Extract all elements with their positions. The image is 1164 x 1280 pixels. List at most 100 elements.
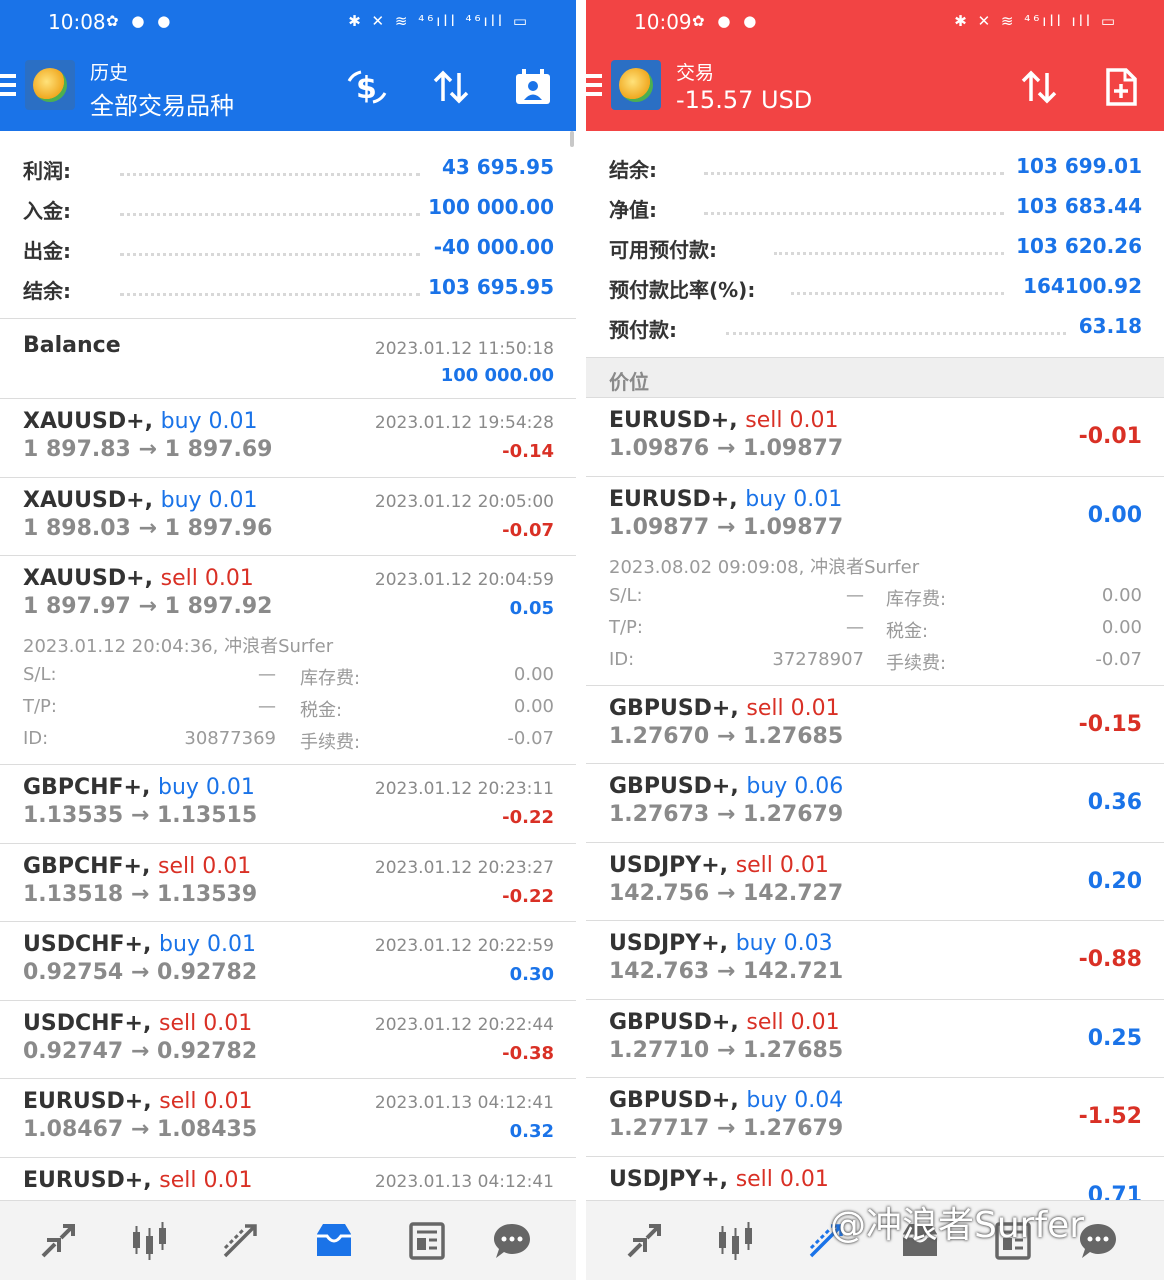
tp-label: T/P: [23, 696, 57, 717]
deal-profit: -0.22 [502, 807, 554, 828]
nav-news-icon[interactable] [404, 1219, 448, 1263]
deal-symbol: USDCHF+, sell 0.01 [23, 1011, 252, 1036]
deal-time: 2023.01.12 20:22:59 [374, 936, 554, 956]
dollar-exchange-icon[interactable]: $ [344, 64, 390, 110]
position-prices: 1.27710 → 1.27685 [609, 1038, 844, 1063]
nav-trade-icon[interactable] [220, 1219, 264, 1263]
bottom-navigation [0, 1200, 576, 1280]
sort-icon[interactable] [1016, 64, 1062, 110]
tax-label: 税金: [300, 700, 343, 721]
metatrader-logo-icon[interactable] [611, 60, 661, 110]
position-row[interactable]: GBPUSD+, sell 0.01 1.27670 → 1.27685 -0.… [586, 685, 1164, 763]
deal-row[interactable]: XAUUSD+, buy 0.01 1 898.03 → 1 897.96 20… [0, 477, 576, 555]
nav-history-icon[interactable] [312, 1219, 356, 1263]
deal-row-expanded[interactable]: XAUUSD+, sell 0.01 1 897.97 → 1 897.92 2… [0, 555, 576, 764]
new-order-icon[interactable] [1098, 64, 1144, 110]
position-profit: 0.00 [1087, 503, 1142, 528]
sort-icon[interactable] [428, 64, 474, 110]
position-profit: -1.52 [1078, 1104, 1142, 1129]
position-symbol: GBPUSD+, buy 0.06 [609, 774, 843, 799]
deal-profit: 0.30 [509, 964, 554, 985]
nav-chat-icon[interactable] [490, 1219, 534, 1263]
nav-chart-icon[interactable] [714, 1219, 758, 1263]
deal-profit: 0.05 [509, 598, 554, 619]
positions-list: 价位 EURUSD+, sell 0.01 1.09876 → 1.09877 … [586, 357, 1164, 1236]
deal-row[interactable]: USDCHF+, sell 0.01 0.92747 → 0.92782 202… [0, 1000, 576, 1078]
deals-list: Balance 2023.01.12 11:50:18 100 000.00 X… [0, 318, 576, 1237]
position-row[interactable]: USDJPY+, sell 0.01 142.756 → 142.727 0.2… [586, 842, 1164, 920]
position-side: sell 0.01 [746, 1010, 840, 1035]
menu-icon[interactable] [586, 74, 602, 98]
symbol-name: XAUUSD+, [23, 409, 153, 434]
position-side: buy 0.04 [746, 1088, 844, 1113]
deal-row[interactable]: GBPCHF+, buy 0.01 1.13535 → 1.13515 2023… [0, 764, 576, 843]
position-open-info: 2023.08.02 09:09:08, 冲浪者Surfer [609, 557, 920, 578]
position-symbol: EURUSD+, sell 0.01 [609, 408, 838, 433]
watermark: @冲浪者Surfer [830, 1205, 1085, 1246]
deal-time: 2023.01.12 20:23:11 [374, 779, 554, 799]
position-profit: -0.01 [1078, 424, 1142, 449]
deal-symbol: GBPCHF+, buy 0.01 [23, 775, 255, 800]
position-row[interactable]: EURUSD+, sell 0.01 1.09876 → 1.09877 -0.… [586, 397, 1164, 476]
symbol-name: USDJPY+, [609, 931, 729, 956]
position-symbol: GBPUSD+, sell 0.01 [609, 696, 840, 721]
tp-value: — [258, 696, 276, 717]
position-prices: 142.763 → 142.721 [609, 959, 844, 984]
deal-symbol: XAUUSD+, buy 0.01 [23, 488, 258, 513]
symbol-name: USDJPY+, [609, 853, 729, 878]
swap-label: 库存费: [886, 589, 947, 610]
deal-time: 2023.01.12 19:54:28 [374, 413, 554, 433]
position-symbol: EURUSD+, buy 0.01 [609, 487, 842, 512]
nav-quotes-icon[interactable] [622, 1219, 666, 1263]
position-symbol: GBPUSD+, sell 0.01 [609, 1010, 840, 1035]
balance-type: Balance [23, 333, 121, 358]
position-row[interactable]: GBPUSD+, sell 0.01 1.27710 → 1.27685 0.2… [586, 999, 1164, 1077]
profit-label: 利润: [23, 159, 71, 183]
summary-row: 预付款比率(%): 164100.92 [586, 264, 1164, 304]
id-label: ID: [609, 649, 635, 670]
deal-profit: 0.32 [509, 1121, 554, 1142]
withdrawal-label: 出金: [23, 239, 71, 263]
floating-profit: -15.57 USD [676, 86, 813, 114]
balance-row[interactable]: Balance 2023.01.12 11:50:18 100 000.00 [0, 318, 576, 398]
metatrader-logo-icon[interactable] [25, 60, 75, 110]
position-row[interactable]: GBPUSD+, buy 0.04 1.27717 → 1.27679 -1.5… [586, 1077, 1164, 1156]
deal-row[interactable]: USDCHF+, buy 0.01 0.92754 → 0.92782 2023… [0, 921, 576, 1000]
calendar-period-icon[interactable] [510, 64, 556, 110]
position-row[interactable]: USDJPY+, buy 0.03 142.763 → 142.721 -0.8… [586, 920, 1164, 999]
profit-value: 43 695.95 [442, 155, 554, 179]
deal-side: buy 0.01 [160, 488, 258, 513]
deal-row[interactable]: EURUSD+, sell 0.01 1.08467 → 1.08435 202… [0, 1078, 576, 1157]
tax-value: 0.00 [1101, 617, 1142, 638]
deal-row[interactable]: GBPCHF+, sell 0.01 1.13518 → 1.13539 202… [0, 843, 576, 921]
deal-time: 2023.01.13 04:12:41 [374, 1093, 554, 1113]
trade-header: 10:09 ✿ ● ● ✱ ✕ ≋ ⁴⁶ıll ıll ▭ 交易 -15.57 … [586, 0, 1164, 131]
deal-side: sell 0.01 [158, 854, 252, 879]
symbol-name: XAUUSD+, [23, 566, 153, 591]
position-row-expanded[interactable]: EURUSD+, buy 0.01 1.09877 → 1.09877 0.00… [586, 476, 1164, 685]
deal-prices: 1.13535 → 1.13515 [23, 803, 258, 828]
deal-open-info: 2023.01.12 20:04:36, 冲浪者Surfer [23, 636, 334, 657]
section-header-label: 价位 [609, 370, 649, 394]
menu-icon[interactable] [0, 74, 16, 98]
withdrawal-value: -40 000.00 [433, 235, 554, 259]
nav-quotes-icon[interactable] [36, 1219, 80, 1263]
status-time: 10:08 [48, 10, 106, 34]
deal-prices: 0.92754 → 0.92782 [23, 960, 258, 985]
deposit-label: 入金: [23, 199, 71, 223]
position-symbol: USDJPY+, sell 0.01 [609, 1167, 829, 1192]
position-row[interactable]: GBPUSD+, buy 0.06 1.27673 → 1.27679 0.36 [586, 763, 1164, 842]
deal-side: buy 0.01 [160, 409, 258, 434]
tp-value: — [846, 617, 864, 638]
symbol-name: GBPUSD+, [609, 696, 739, 721]
symbol-name: USDJPY+, [609, 1167, 729, 1192]
balance-label: 结余: [23, 279, 71, 303]
symbol-name: GBPUSD+, [609, 1088, 739, 1113]
balance-value: 103 695.95 [428, 275, 554, 299]
position-prices: 1.09877 → 1.09877 [609, 515, 844, 540]
deal-row[interactable]: XAUUSD+, buy 0.01 1 897.83 → 1 897.69 20… [0, 398, 576, 477]
margin-label: 预付款: [609, 318, 677, 342]
symbol-filter[interactable]: 全部交易品种 [90, 86, 234, 121]
nav-chart-icon[interactable] [128, 1219, 172, 1263]
symbol-name: USDCHF+, [23, 932, 152, 957]
